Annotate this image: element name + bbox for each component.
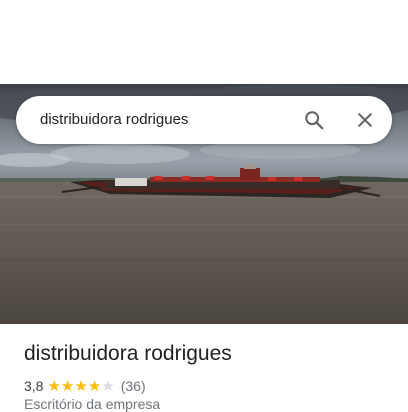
star-full-icon: ★ (87, 377, 102, 395)
search-icon (305, 111, 324, 130)
rating-row[interactable]: 3,8 ★ ★ ★ ★ ★ (36) (24, 377, 146, 395)
clear-search-button[interactable] (347, 102, 383, 138)
star-rating: ★ ★ ★ ★ ★ (47, 379, 114, 394)
place-category: Escritório da empresa (24, 396, 161, 412)
star-full-icon: ★ (74, 377, 88, 395)
star-empty-icon: ★ (101, 377, 115, 395)
search-button[interactable] (296, 102, 332, 138)
search-input[interactable]: distribuidora rodrigues (40, 96, 188, 144)
place-info-panel: distribuidora rodrigues 3,8 ★ ★ ★ ★ ★ (36) E… (0, 324, 408, 412)
rating-value: 3,8 (24, 378, 44, 394)
star-full-icon: ★ (60, 377, 75, 395)
place-title: distribuidora rodrigues (24, 342, 232, 365)
close-icon (358, 113, 372, 127)
search-bar[interactable]: distribuidora rodrigues (16, 96, 392, 144)
star-full-icon: ★ (47, 377, 61, 395)
review-count[interactable]: (36) (121, 378, 146, 394)
